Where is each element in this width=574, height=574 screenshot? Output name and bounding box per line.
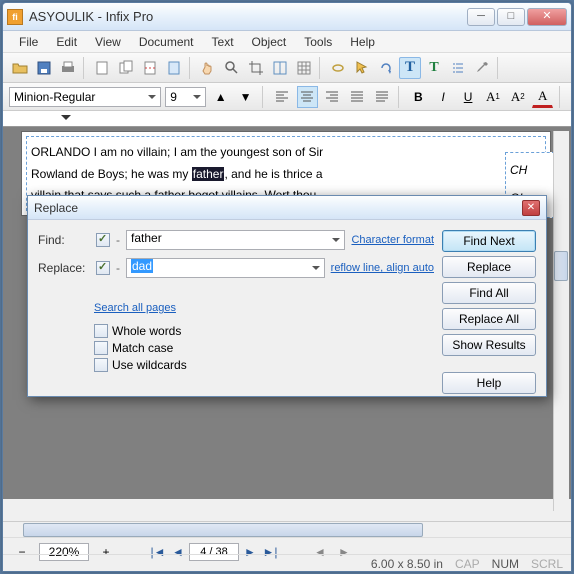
dialog-title: Replace xyxy=(34,201,522,215)
underline-button[interactable]: U xyxy=(458,86,479,108)
find-input[interactable]: father xyxy=(126,230,345,250)
vertical-scrollbar[interactable] xyxy=(553,131,569,511)
menu-edit[interactable]: Edit xyxy=(48,33,85,51)
window-title: ASYOULIK - Infix Pro xyxy=(29,9,467,24)
wildcards-label: Use wildcards xyxy=(112,358,187,372)
status-line: 6.00 x 8.50 in CAP NUM SCRL xyxy=(3,554,571,572)
app-window: fi ASYOULIK - Infix Pro ─ □ ✕ File Edit … xyxy=(2,2,572,572)
list-icon[interactable] xyxy=(447,57,469,79)
print-icon[interactable] xyxy=(57,57,79,79)
link-icon[interactable] xyxy=(327,57,349,79)
scroll-thumb[interactable] xyxy=(23,523,423,537)
num-indicator: NUM xyxy=(492,557,519,571)
doc-text: ORLANDO I am no villain; I am the younge… xyxy=(31,145,323,159)
dialog-close-button[interactable]: ✕ xyxy=(522,200,540,216)
match-case-label: Match case xyxy=(112,341,173,355)
doc-text: , and he is thrice a xyxy=(224,167,322,181)
character-format-link[interactable]: Character format xyxy=(351,234,434,246)
new-page-icon[interactable] xyxy=(91,57,113,79)
menu-help[interactable]: Help xyxy=(342,33,383,51)
align-center-icon[interactable] xyxy=(297,86,318,108)
eyedropper-icon[interactable] xyxy=(471,57,493,79)
guides-icon[interactable] xyxy=(269,57,291,79)
replace-dialog: Replace ✕ Find: - father Character forma… xyxy=(27,195,547,397)
replace-input[interactable]: dad xyxy=(126,258,325,278)
menu-text[interactable]: Text xyxy=(204,33,242,51)
crop-icon[interactable] xyxy=(245,57,267,79)
font-family-combo[interactable]: Minion-Regular xyxy=(9,87,161,107)
horizontal-ruler[interactable] xyxy=(3,111,571,127)
find-next-button[interactable]: Find Next xyxy=(442,230,536,252)
cap-indicator: CAP xyxy=(455,557,480,571)
main-toolbar: T T xyxy=(3,53,571,83)
copy-page-icon[interactable] xyxy=(163,57,185,79)
page-dims: 6.00 x 8.50 in xyxy=(371,557,443,571)
font-size-combo[interactable]: 9 xyxy=(165,87,206,107)
whole-words-checkbox[interactable] xyxy=(94,324,108,338)
app-icon: fi xyxy=(7,9,23,25)
size-down-icon[interactable]: ▼ xyxy=(235,86,256,108)
bold-button[interactable]: B xyxy=(408,86,429,108)
find-label: Find: xyxy=(38,233,90,247)
minimize-button[interactable]: ─ xyxy=(467,8,495,26)
save-icon[interactable] xyxy=(33,57,55,79)
scrl-indicator: SCRL xyxy=(531,557,563,571)
align-left-icon[interactable] xyxy=(272,86,293,108)
pointer-icon[interactable] xyxy=(351,57,373,79)
align-justify-icon[interactable] xyxy=(346,86,367,108)
superscript-button[interactable]: A1 xyxy=(483,86,504,108)
subscript-button[interactable]: A2 xyxy=(507,86,528,108)
replace-label: Replace: xyxy=(38,261,90,275)
menu-view[interactable]: View xyxy=(87,33,129,51)
grid-icon[interactable] xyxy=(293,57,315,79)
italic-button[interactable]: I xyxy=(433,86,454,108)
text-tool-icon[interactable]: T xyxy=(399,57,421,79)
find-all-button[interactable]: Find All xyxy=(442,282,536,304)
zoom-icon[interactable] xyxy=(221,57,243,79)
match-case-checkbox[interactable] xyxy=(94,341,108,355)
find-enabled-checkbox[interactable] xyxy=(96,233,110,247)
hand-icon[interactable] xyxy=(197,57,219,79)
wildcards-checkbox[interactable] xyxy=(94,358,108,372)
search-all-pages-link[interactable]: Search all pages xyxy=(94,302,434,314)
horizontal-scrollbar[interactable] xyxy=(3,522,571,538)
menu-tools[interactable]: Tools xyxy=(296,33,340,51)
menubar: File Edit View Document Text Object Tool… xyxy=(3,31,571,53)
dialog-titlebar[interactable]: Replace ✕ xyxy=(28,196,546,220)
replace-all-button[interactable]: Replace All xyxy=(442,308,536,330)
doc-text: Rowland de Boys; he was my xyxy=(31,167,192,181)
whole-words-label: Whole words xyxy=(112,324,181,338)
text-color-button[interactable]: A xyxy=(532,86,553,108)
reflow-link[interactable]: reflow line, align auto xyxy=(331,262,434,274)
menu-file[interactable]: File xyxy=(11,33,46,51)
format-toolbar: Minion-Regular 9 ▲ ▼ B I U A1 A2 A xyxy=(3,83,571,111)
menu-object[interactable]: Object xyxy=(244,33,295,51)
page-break-icon[interactable] xyxy=(139,57,161,79)
show-results-button[interactable]: Show Results xyxy=(442,334,536,356)
maximize-button[interactable]: □ xyxy=(497,8,525,26)
replace-enabled-checkbox[interactable] xyxy=(96,261,110,275)
pages-icon[interactable] xyxy=(115,57,137,79)
highlighted-word: father xyxy=(192,167,225,181)
scroll-thumb[interactable] xyxy=(554,251,568,281)
rotate-icon[interactable] xyxy=(375,57,397,79)
replace-button[interactable]: Replace xyxy=(442,256,536,278)
text-plus-icon[interactable]: T xyxy=(423,57,445,79)
menu-document[interactable]: Document xyxy=(131,33,202,51)
align-justify-all-icon[interactable] xyxy=(371,86,392,108)
help-button[interactable]: Help xyxy=(442,372,536,394)
align-right-icon[interactable] xyxy=(322,86,343,108)
open-icon[interactable] xyxy=(9,57,31,79)
size-up-icon[interactable]: ▲ xyxy=(210,86,231,108)
close-button[interactable]: ✕ xyxy=(527,8,567,26)
titlebar: fi ASYOULIK - Infix Pro ─ □ ✕ xyxy=(3,3,571,31)
